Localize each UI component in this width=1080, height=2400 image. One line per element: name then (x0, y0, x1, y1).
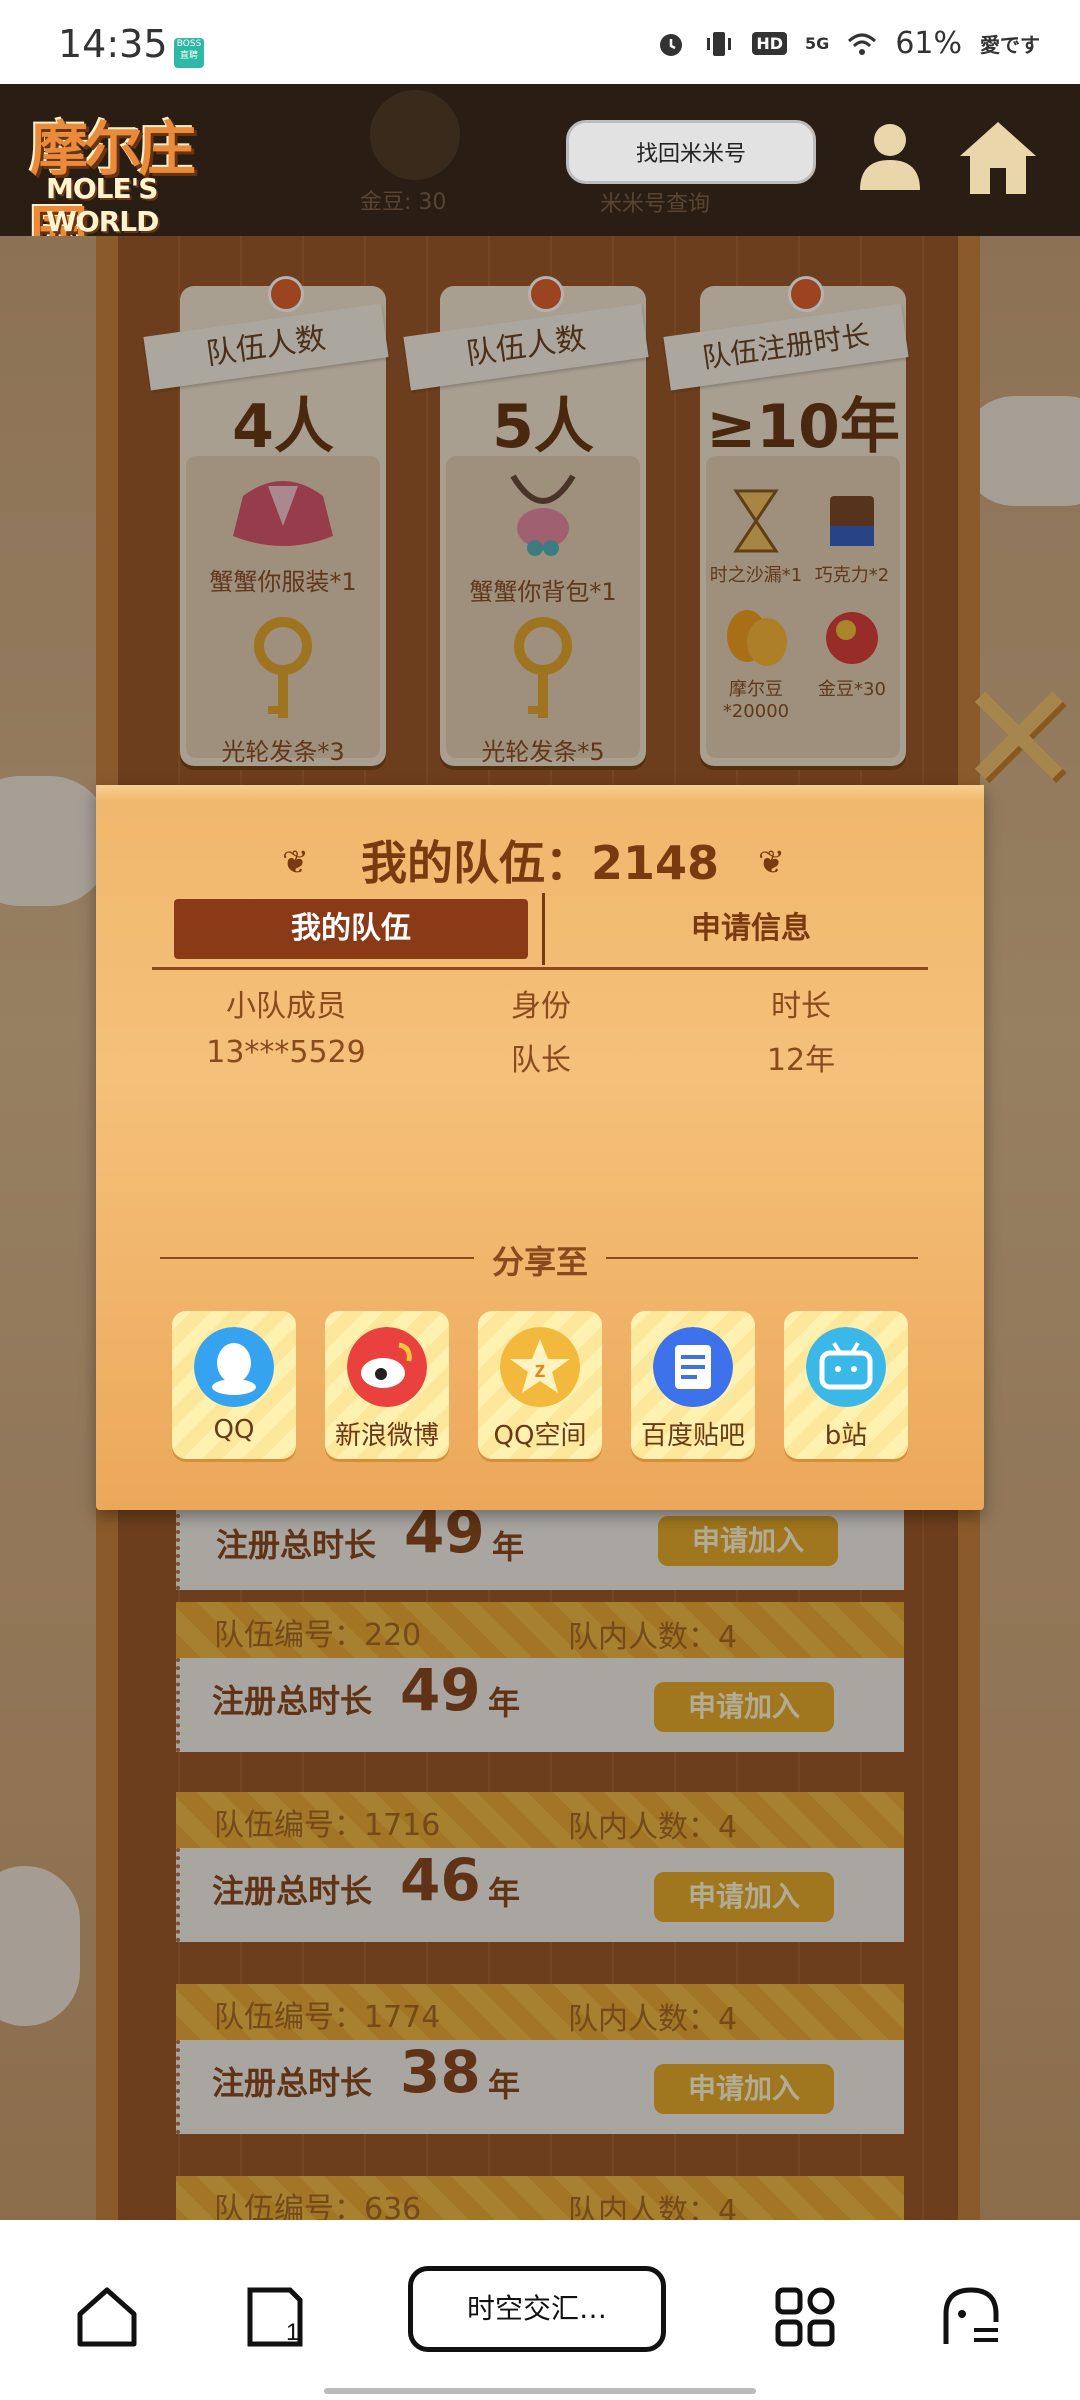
status-icons: HD 5G 61% 愛です (656, 26, 1040, 61)
top-nav: 摩尔庄园 MOLE'S WORLD 金豆: 30 米米号查询 找回米米号 (0, 84, 1080, 267)
member-role: 队长 (511, 1043, 571, 1078)
tab-my-team[interactable]: 我的队伍 (174, 899, 528, 959)
carrier-brand: 愛です (980, 33, 1040, 57)
address-bar[interactable]: 时空交汇… (408, 2266, 666, 2352)
apps-grid-icon[interactable] (770, 2282, 840, 2352)
mimi-query-label: 米米号查询 (600, 192, 711, 217)
home-indicator[interactable] (324, 2388, 756, 2394)
share-label: 分享至 (491, 1243, 588, 1281)
user-icon[interactable] (852, 118, 928, 194)
ghost-menu-icon[interactable] (936, 2282, 1006, 2352)
signal-icon: 5G (805, 34, 830, 53)
boss-app-icon: BOSS直聘 (174, 38, 204, 68)
hd-badge: HD (752, 32, 788, 55)
tieba-icon (653, 1327, 733, 1407)
home-icon[interactable] (956, 116, 1040, 200)
vibrate-icon (707, 31, 732, 56)
column-header-member: 小队成员 (226, 989, 346, 1024)
wifi-icon (848, 33, 877, 55)
weibo-icon (347, 1327, 427, 1407)
status-bar: 14:35 BOSS直聘 HD 5G 61% 愛です (0, 0, 1080, 84)
game-logo[interactable]: 摩尔庄园 MOLE'S WORLD (30, 102, 230, 267)
member-duration: 12年 (766, 1043, 836, 1078)
member-name: 13***5529 (206, 1035, 366, 1070)
tab-divider (542, 893, 545, 965)
column-header-duration: 时长 (771, 989, 831, 1024)
gold-bean-count: 金豆: 30 (360, 190, 447, 215)
share-qzone-button[interactable]: z QQ空间 (478, 1311, 602, 1459)
battery-level: 61% (895, 26, 962, 61)
qq-icon (194, 1327, 274, 1407)
my-team-dialog: ❦ ❦ 我的队伍：2148 我的队伍 申请信息 小队成员 身份 时长 13***… (96, 785, 984, 1510)
svg-text:z: z (535, 1357, 546, 1382)
logo-subtitle: MOLE'S WORLD (46, 172, 159, 238)
home-icon[interactable] (72, 2282, 142, 2352)
tabs-icon[interactable]: 1 (240, 2282, 310, 2352)
tab-underline (152, 967, 928, 970)
browser-bottom-bar: 1 时空交汇… (0, 2220, 1080, 2400)
gold-bean-avatar (370, 90, 460, 180)
share-tieba-button[interactable]: 百度贴吧 (631, 1311, 755, 1459)
dialog-title: 我的队伍：2148 (360, 836, 720, 890)
share-qq-button[interactable]: QQ (172, 1311, 296, 1459)
status-time: 14:35 (58, 22, 168, 66)
alarm-icon (660, 33, 683, 56)
share-weibo-button[interactable]: 新浪微博 (325, 1311, 449, 1459)
svg-text:1: 1 (286, 2319, 299, 2346)
qzone-icon: z (500, 1327, 580, 1407)
find-mimi-button[interactable]: 找回米米号 (566, 120, 816, 184)
share-bilibili-button[interactable]: b站 (784, 1311, 908, 1459)
column-header-role: 身份 (511, 989, 571, 1024)
bilibili-icon (806, 1327, 886, 1407)
tab-application-info[interactable]: 申请信息 (596, 899, 906, 959)
